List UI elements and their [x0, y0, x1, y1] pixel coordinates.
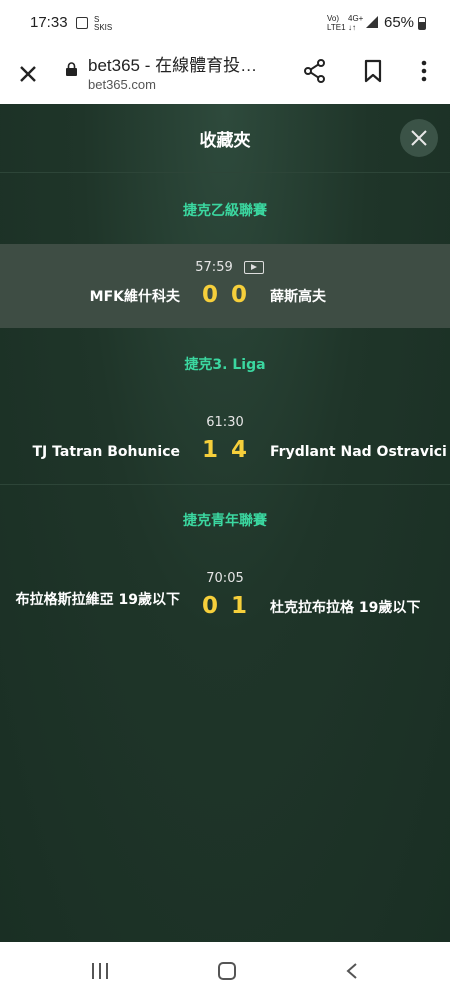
- away-team: 杜克拉布拉格 19歲以下: [270, 600, 421, 616]
- 4g-indicator: 4G+ ↓↑: [348, 14, 364, 32]
- favorites-panel: 收藏夾 捷克乙級聯賽 57:59 MFK維什科夫 0 0 薛斯高夫 捷克3. L…: [0, 104, 450, 942]
- system-nav-bar: [0, 942, 450, 1000]
- close-favorites-button[interactable]: [400, 119, 438, 157]
- league-header[interactable]: 捷克青年聯賽: [0, 510, 450, 530]
- battery-icon: [418, 17, 426, 30]
- match-row[interactable]: 61:30 TJ Tatran Bohunice 1 4 Frydlant Na…: [0, 400, 450, 484]
- away-score: 1: [230, 593, 247, 619]
- home-score: 1: [201, 437, 218, 463]
- signal-icon: [366, 16, 378, 28]
- notification-icon: [76, 17, 88, 29]
- page-title[interactable]: bet365 - 在線體育投…: [88, 51, 257, 76]
- home-team: TJ Tatran Bohunice: [32, 444, 181, 460]
- lte-indicator: Vo) LTE1: [327, 14, 346, 32]
- home-team: MFK維什科夫: [89, 289, 180, 305]
- lock-icon: [66, 62, 77, 76]
- away-score: 0: [230, 282, 247, 308]
- share-icon[interactable]: [302, 58, 328, 84]
- away-team: 薛斯高夫: [270, 289, 326, 305]
- match-row[interactable]: 70:05 布拉格斯拉維亞 19歲以下 0 1 杜克拉布拉格 19歲以下: [0, 556, 450, 640]
- app-notification-icon: S SKIS: [94, 15, 113, 32]
- match-time: 70:05: [206, 571, 244, 586]
- battery-percent: 65%: [384, 14, 415, 31]
- league-header[interactable]: 捷克3. Liga: [0, 354, 450, 374]
- match-row[interactable]: 57:59 MFK維什科夫 0 0 薛斯高夫: [0, 244, 450, 328]
- more-vert-icon[interactable]: [412, 58, 436, 84]
- home-team: 布拉格斯拉維亞 19歲以下: [15, 592, 180, 608]
- favorites-title: 收藏夾: [199, 131, 251, 151]
- home-score: 0: [201, 593, 218, 619]
- bookmark-icon[interactable]: [361, 58, 385, 84]
- section-divider: [0, 484, 450, 485]
- away-team: Frydlant Nad Ostravici: [270, 444, 447, 460]
- close-icon[interactable]: [16, 60, 42, 86]
- page-url[interactable]: bet365.com: [88, 77, 156, 92]
- match-time: 61:30: [206, 415, 244, 430]
- browser-toolbar: bet365 - 在線體育投… bet365.com: [0, 48, 450, 104]
- status-time: 17:33: [30, 14, 68, 31]
- home-icon[interactable]: [218, 962, 236, 980]
- back-icon[interactable]: [345, 962, 359, 980]
- close-icon: [411, 130, 427, 146]
- favorites-header: 收藏夾: [0, 104, 450, 173]
- away-score: 4: [230, 437, 247, 463]
- recent-apps-icon[interactable]: [92, 963, 109, 979]
- match-time: 57:59: [195, 260, 233, 275]
- video-icon[interactable]: [244, 261, 264, 274]
- status-bar: 17:33 S SKIS Vo) LTE1 4G+ ↓↑ 65%: [0, 0, 450, 48]
- home-score: 0: [201, 282, 218, 308]
- league-header[interactable]: 捷克乙級聯賽: [0, 200, 450, 220]
